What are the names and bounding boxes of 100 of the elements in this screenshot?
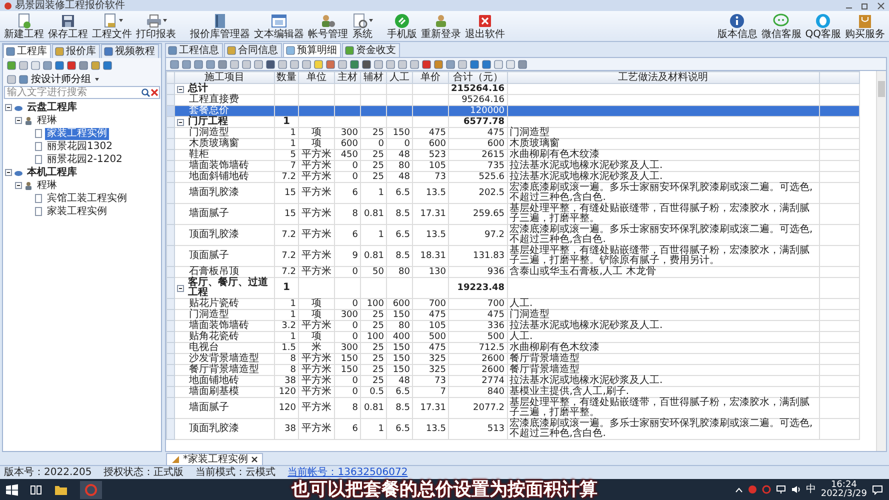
toolbar-button[interactable]: 报价库管理器 bbox=[188, 12, 252, 40]
close-icon[interactable] bbox=[877, 2, 885, 10]
toolbar-button[interactable]: 重新登录 bbox=[419, 12, 463, 40]
toolbar-button[interactable]: 退出软件 bbox=[463, 12, 507, 40]
table-row[interactable]: 石膏板吊顶 7.2 平方米 0 50 80 130 936 含泰山或华玉石膏板,人工 木龙骨 bbox=[166, 266, 860, 278]
panel-tab[interactable]: 视频教程 bbox=[101, 44, 159, 58]
table-row[interactable]: 地面斜铺地砖 7.2 平方米 0 25 48 73 525.6 拉法基水泥或地橡水泥砂浆及人工. bbox=[166, 172, 860, 182]
column-header[interactable]: 人工 bbox=[386, 72, 412, 84]
clear-icon[interactable] bbox=[150, 88, 159, 97]
column-header[interactable]: 单价 bbox=[412, 72, 448, 84]
toolbar-button[interactable]: 打印报表 bbox=[134, 12, 178, 40]
toolbar-button[interactable]: 系统 bbox=[350, 12, 375, 40]
task-view-icon[interactable] bbox=[30, 484, 42, 496]
tree-item[interactable]: 丽景花园2-1202 bbox=[45, 154, 124, 166]
table-row[interactable]: 墙面装饰墙砖 3.2 平方米 0 25 80 105 336 拉法基水泥或地橡水泥砂浆及人工. bbox=[166, 320, 860, 332]
account-link[interactable]: 当前帐号：13632506072 bbox=[288, 467, 408, 478]
tree-item[interactable]: 家装工程实例 bbox=[45, 206, 109, 218]
restore-icon[interactable] bbox=[861, 2, 869, 10]
toolbar-button[interactable]: 版本信息 bbox=[715, 12, 760, 40]
toolbar-button[interactable]: 新建工程 bbox=[2, 12, 46, 40]
expand-toggle-icon[interactable] bbox=[5, 104, 12, 111]
tree-item[interactable]: 程琳 bbox=[35, 114, 59, 126]
group-by-dropdown[interactable]: 按设计师分组 bbox=[31, 74, 99, 84]
table-row[interactable]: 墙面腻子 120 平方米 8 0.81 8.5 17.31 2077.2 基层处理平整，有缝处贴嵌缝带，百世得腻子粉，宏漆胶水，满刮腻子三遍，打磨平整。 bbox=[166, 398, 860, 418]
table-row[interactable]: 顶面乳胶漆 7.2 平方米 6 1 6.5 13.5 97.2 宏漆底漆刷或滚一遍。多乐士家丽安环保乳胶漆刷或滚二遍。可选色,不超过三种色,含白色. bbox=[166, 224, 860, 246]
expand-toggle-icon[interactable] bbox=[5, 169, 12, 176]
table-row[interactable]: 墙面装饰墙砖 7 平方米 0 25 80 105 735 拉法基水泥或地橡水泥砂浆及人工. bbox=[166, 160, 860, 172]
toolbar-button[interactable]: QQ客服 bbox=[803, 12, 843, 40]
panel-tab[interactable]: 工程库 bbox=[3, 44, 51, 58]
toolbar-button[interactable]: 文本编辑器 bbox=[252, 12, 306, 40]
tree-item[interactable]: 云盘工程库 bbox=[25, 102, 79, 114]
column-header[interactable]: 施工项目 bbox=[174, 72, 274, 84]
taskbar-app-button[interactable] bbox=[80, 480, 102, 498]
table-row[interactable]: 地面铺地砖 38 平方米 0 25 48 73 2774 拉法基水泥或地橡水泥砂浆及人工. bbox=[166, 376, 860, 386]
table-cell: 25 bbox=[360, 320, 386, 332]
scrollbar[interactable] bbox=[876, 71, 886, 451]
table-row[interactable]: 墙面乳胶漆 15 平方米 6 1 6.5 13.5 202.5 宏漆底漆刷或滚一遍。多乐士家丽安环保乳胶漆刷或滚二遍。可选色,不超过三种色,含白色. bbox=[166, 182, 860, 204]
expand-toggle-icon[interactable] bbox=[15, 117, 22, 124]
chevron-up-icon[interactable] bbox=[734, 486, 743, 494]
close-icon[interactable] bbox=[251, 456, 258, 463]
column-header[interactable]: 单位 bbox=[298, 72, 334, 84]
column-header[interactable]: 合计（元） bbox=[448, 72, 508, 84]
table-cell: 地面铺地砖 bbox=[189, 376, 239, 386]
table-row[interactable]: 鞋柜 5 平方米 450 25 48 523 2615 水曲柳刷有色木纹漆 bbox=[166, 150, 860, 160]
table-row[interactable]: 总计 215264.16 bbox=[166, 84, 860, 94]
input-method-indicator[interactable]: 中 bbox=[806, 484, 816, 495]
table-row[interactable]: 墙面刷基模 120 平方米 0 0.5 6.5 7 840 基模业主提供,含人工,刷子. bbox=[166, 386, 860, 398]
table-row[interactable]: 顶面腻子 7.2 平方米 9 0.81 8.5 18.31 131.83 基层处理平整，有缝处贴嵌缝带，百世得腻子粉，宏漆胶水，满刮腻子三遍，打磨平整。铲除原有腻子，费用另计。 bbox=[166, 246, 860, 266]
tree-item[interactable]: 本机工程库 bbox=[25, 166, 79, 178]
content-tab[interactable]: 合同信息 bbox=[224, 43, 282, 57]
table-row[interactable]: 贴角花瓷砖 1 项 0 100 400 500 500 人工. bbox=[166, 332, 860, 342]
content-tab[interactable]: 工程信息 bbox=[165, 43, 223, 57]
table-row[interactable]: 木质玻璃窗 1 项 600 0 0 600 600 木质玻璃窗 bbox=[166, 138, 860, 150]
panel-tab[interactable]: 报价库 bbox=[52, 44, 100, 58]
table-cell: 25 bbox=[360, 172, 386, 182]
document-tab[interactable]: *家装工程实例 bbox=[166, 453, 263, 465]
speaker-icon[interactable] bbox=[790, 485, 801, 494]
table-row[interactable]: 客厅、餐厅、过道工程 1 19223.48 bbox=[166, 278, 860, 298]
toolbar-button[interactable]: 帐号管理 bbox=[306, 12, 350, 40]
toolbar-button[interactable]: 购买服务 bbox=[843, 12, 887, 40]
tree-item[interactable]: 宾馆工装工程实例 bbox=[45, 192, 129, 204]
table-row[interactable]: 套餐总价 120000 bbox=[166, 106, 860, 116]
table-row[interactable]: 门洞造型 1 项 300 25 150 475 475 门洞造型 bbox=[166, 310, 860, 320]
table-row[interactable]: 餐厅背景墙造型 8 平方米 150 25 150 325 2600 餐厅背景墙造型 bbox=[166, 364, 860, 376]
toolbar-button[interactable]: 手机版 bbox=[385, 12, 419, 40]
table-row[interactable]: 贴花片瓷砖 1 项 0 100 600 700 700 人工. bbox=[166, 298, 860, 310]
notification-icon[interactable] bbox=[872, 484, 883, 494]
content-tab[interactable]: 资金收支 bbox=[342, 43, 400, 57]
network-icon[interactable] bbox=[776, 485, 786, 494]
tree-item[interactable]: 丽景花园1302 bbox=[45, 140, 114, 152]
column-header[interactable]: 辅材 bbox=[360, 72, 386, 84]
table-row[interactable]: 墙面腻子 15 平方米 8 0.81 8.5 17.31 259.65 基层处理平整，有缝处贴嵌缝带，百世得腻子粉，宏漆胶水，满刮腻子三遍，打磨平整。 bbox=[166, 204, 860, 224]
column-header[interactable]: 主材 bbox=[334, 72, 360, 84]
table-row[interactable]: 门厅工程 1 6577.78 bbox=[166, 116, 860, 128]
table-row[interactable]: 顶面乳胶漆 38 平方米 6 1 6.5 13.5 513 宏漆底漆刷或滚一遍。多乐士家丽安环保乳胶漆刷或滚二遍。可选色,不超过三种色,含白色. bbox=[166, 418, 860, 440]
expand-toggle-icon[interactable] bbox=[15, 182, 22, 189]
search-icon[interactable] bbox=[141, 88, 150, 97]
toolbar-button[interactable]: 工程文件 bbox=[90, 12, 134, 40]
table-row[interactable]: 门洞造型 1 项 300 25 150 475 475 门洞造型 bbox=[166, 128, 860, 138]
windows-logo-icon[interactable] bbox=[6, 484, 18, 496]
table-row[interactable]: 电视台 1.5 米 300 25 150 475 712.5 水曲柳刷有色木纹漆 bbox=[166, 342, 860, 354]
tree-item[interactable]: 家装工程实例 bbox=[45, 128, 109, 140]
expand-toggle-icon[interactable] bbox=[177, 86, 184, 92]
table-cell: 0.81 bbox=[360, 398, 386, 418]
tree-item[interactable]: 程琳 bbox=[35, 180, 59, 192]
column-header[interactable]: 工艺做法及材料说明 bbox=[507, 72, 820, 84]
table-cell: 门厅工程 bbox=[188, 117, 228, 127]
table-cell: 项 bbox=[298, 310, 334, 320]
table-cell: 水曲柳刷有色木纹漆 bbox=[507, 150, 820, 160]
toolbar-button[interactable]: 微信客服 bbox=[759, 12, 804, 40]
column-header[interactable]: 数量 bbox=[274, 72, 298, 84]
expand-toggle-icon[interactable] bbox=[177, 284, 184, 292]
content-tab[interactable]: 预算明细 bbox=[283, 43, 341, 57]
toolbar-button[interactable]: 保存工程 bbox=[46, 12, 90, 40]
expand-toggle-icon[interactable] bbox=[177, 118, 184, 126]
table-cell: 平方米 bbox=[298, 172, 334, 182]
table-cell: 平方米 bbox=[298, 204, 334, 224]
table-cell: 1 bbox=[274, 138, 298, 150]
table-cell: 1 bbox=[274, 128, 298, 138]
table-row[interactable]: 沙发背景墙造型 8 平方米 150 25 150 325 2600 餐厅背景墙造型 bbox=[166, 354, 860, 364]
